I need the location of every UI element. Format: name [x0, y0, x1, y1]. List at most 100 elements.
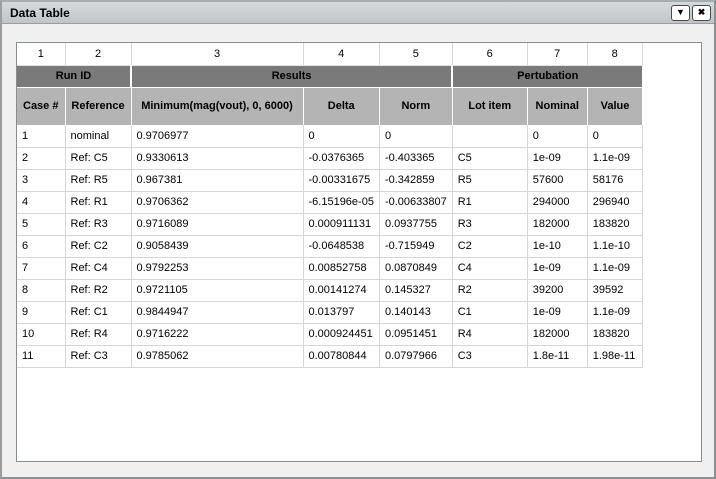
column-index-cell[interactable]: 5: [379, 43, 452, 65]
table-cell[interactable]: 4: [17, 191, 65, 213]
collapse-button[interactable]: ▼: [671, 5, 690, 21]
table-cell[interactable]: R3: [452, 213, 527, 235]
table-cell[interactable]: 6: [17, 235, 65, 257]
table-cell[interactable]: Ref: C3: [65, 345, 131, 367]
table-cell[interactable]: 57600: [527, 169, 587, 191]
table-cell[interactable]: R5: [452, 169, 527, 191]
table-cell[interactable]: 1.1e-09: [587, 257, 642, 279]
table-cell[interactable]: 1.1e-09: [587, 147, 642, 169]
column-header-cell[interactable]: Delta: [303, 87, 379, 125]
table-cell[interactable]: 39200: [527, 279, 587, 301]
table-cell[interactable]: 0: [303, 125, 379, 147]
column-index-cell[interactable]: 8: [587, 43, 642, 65]
table-cell[interactable]: 0.9716222: [131, 323, 303, 345]
table-cell[interactable]: -0.00633807: [379, 191, 452, 213]
table-cell[interactable]: 0.9706977: [131, 125, 303, 147]
table-cell[interactable]: 0.00141274: [303, 279, 379, 301]
table-cell[interactable]: 0: [587, 125, 642, 147]
table-cell[interactable]: C1: [452, 301, 527, 323]
table-cell[interactable]: 0.140143: [379, 301, 452, 323]
column-header-cell[interactable]: Reference: [65, 87, 131, 125]
table-cell[interactable]: 1.8e-11: [527, 345, 587, 367]
table-cell[interactable]: 58176: [587, 169, 642, 191]
table-cell[interactable]: 1: [17, 125, 65, 147]
table-cell[interactable]: 9: [17, 301, 65, 323]
table-cell[interactable]: nominal: [65, 125, 131, 147]
table-cell[interactable]: R4: [452, 323, 527, 345]
table-cell[interactable]: 2: [17, 147, 65, 169]
table-cell[interactable]: 0.000924451: [303, 323, 379, 345]
table-cell[interactable]: Ref: R5: [65, 169, 131, 191]
table-cell[interactable]: 1.1e-09: [587, 301, 642, 323]
table-cell[interactable]: 0.00852758: [303, 257, 379, 279]
table-cell[interactable]: 1e-10: [527, 235, 587, 257]
titlebar[interactable]: Data Table ▼ ✖: [2, 2, 714, 24]
table-row[interactable]: 3Ref: R50.967381-0.00331675-0.342859R557…: [17, 169, 642, 191]
table-cell[interactable]: Ref: R4: [65, 323, 131, 345]
table-cell[interactable]: -6.15196e-05: [303, 191, 379, 213]
column-index-cell[interactable]: 1: [17, 43, 65, 65]
table-row[interactable]: 8Ref: R20.97211050.001412740.145327R2392…: [17, 279, 642, 301]
table-cell[interactable]: Ref: R3: [65, 213, 131, 235]
table-cell[interactable]: 1.1e-10: [587, 235, 642, 257]
column-header-cell[interactable]: Lot item: [452, 87, 527, 125]
table-cell[interactable]: 0.9844947: [131, 301, 303, 323]
table-cell[interactable]: Ref: C2: [65, 235, 131, 257]
table-cell[interactable]: 0.0951451: [379, 323, 452, 345]
table-cell[interactable]: Ref: C5: [65, 147, 131, 169]
table-cell[interactable]: Ref: R2: [65, 279, 131, 301]
column-header-cell[interactable]: Minimum(mag(vout), 0, 6000): [131, 87, 303, 125]
table-cell[interactable]: 11: [17, 345, 65, 367]
table-cell[interactable]: 0.0870849: [379, 257, 452, 279]
table-cell[interactable]: -0.715949: [379, 235, 452, 257]
table-cell[interactable]: 0.00780844: [303, 345, 379, 367]
table-row[interactable]: 2Ref: C50.9330613-0.0376365-0.403365C51e…: [17, 147, 642, 169]
table-cell[interactable]: [452, 125, 527, 147]
column-index-cell[interactable]: 3: [131, 43, 303, 65]
table-cell[interactable]: 0: [379, 125, 452, 147]
table-cell[interactable]: 0.0937755: [379, 213, 452, 235]
table-cell[interactable]: C4: [452, 257, 527, 279]
table-cell[interactable]: Ref: R1: [65, 191, 131, 213]
table-cell[interactable]: 0.013797: [303, 301, 379, 323]
table-cell[interactable]: C5: [452, 147, 527, 169]
column-header-cell[interactable]: Value: [587, 87, 642, 125]
table-cell[interactable]: 296940: [587, 191, 642, 213]
table-cell[interactable]: 7: [17, 257, 65, 279]
column-header-cell[interactable]: Norm: [379, 87, 452, 125]
table-cell[interactable]: 0.9706362: [131, 191, 303, 213]
column-index-cell[interactable]: 7: [527, 43, 587, 65]
table-cell[interactable]: 182000: [527, 323, 587, 345]
table-cell[interactable]: 0.9058439: [131, 235, 303, 257]
table-cell[interactable]: 0.145327: [379, 279, 452, 301]
table-cell[interactable]: 0.967381: [131, 169, 303, 191]
table-cell[interactable]: 39592: [587, 279, 642, 301]
table-cell[interactable]: Ref: C4: [65, 257, 131, 279]
table-cell[interactable]: 1e-09: [527, 257, 587, 279]
table-cell[interactable]: 0.0797966: [379, 345, 452, 367]
table-cell[interactable]: -0.00331675: [303, 169, 379, 191]
table-row[interactable]: 7Ref: C40.97922530.008527580.0870849C41e…: [17, 257, 642, 279]
table-row[interactable]: 11Ref: C30.97850620.007808440.0797966C31…: [17, 345, 642, 367]
column-index-cell[interactable]: 4: [303, 43, 379, 65]
column-header-cell[interactable]: Nominal: [527, 87, 587, 125]
table-cell[interactable]: 1e-09: [527, 301, 587, 323]
table-cell[interactable]: -0.342859: [379, 169, 452, 191]
table-cell[interactable]: 0.9330613: [131, 147, 303, 169]
table-cell[interactable]: 1e-09: [527, 147, 587, 169]
table-cell[interactable]: 182000: [527, 213, 587, 235]
table-cell[interactable]: 294000: [527, 191, 587, 213]
table-cell[interactable]: R1: [452, 191, 527, 213]
table-cell[interactable]: 0.9716089: [131, 213, 303, 235]
table-cell[interactable]: -0.0376365: [303, 147, 379, 169]
table-cell[interactable]: 183820: [587, 213, 642, 235]
table-cell[interactable]: 3: [17, 169, 65, 191]
table-cell[interactable]: 10: [17, 323, 65, 345]
column-index-cell[interactable]: 6: [452, 43, 527, 65]
table-row[interactable]: 6Ref: C20.9058439-0.0648538-0.715949C21e…: [17, 235, 642, 257]
table-row[interactable]: 4Ref: R10.9706362-6.15196e-05-0.00633807…: [17, 191, 642, 213]
table-cell[interactable]: Ref: C1: [65, 301, 131, 323]
table-cell[interactable]: 0.000911131: [303, 213, 379, 235]
table-row[interactable]: 1nominal0.97069770000: [17, 125, 642, 147]
table-cell[interactable]: 0.9785062: [131, 345, 303, 367]
